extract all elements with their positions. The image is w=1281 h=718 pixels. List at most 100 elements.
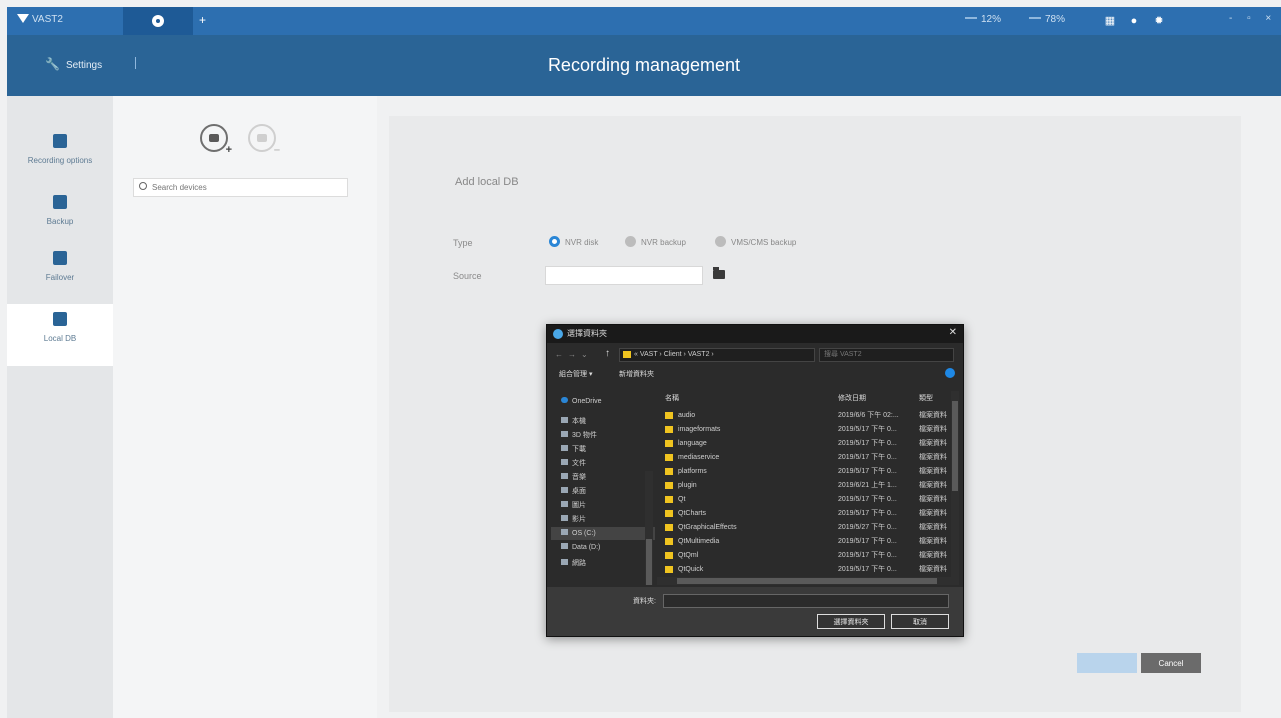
cancel-button[interactable]: Cancel <box>1141 653 1201 673</box>
window-controls[interactable]: - ▫ × <box>1229 13 1277 24</box>
dialog-search-input[interactable]: 搜尋 VAST2 <box>819 348 954 362</box>
file-row[interactable]: QtCharts 2019/5/17 下午 0... 檔案資料 <box>657 507 959 520</box>
add-tab-button[interactable]: + <box>199 13 206 27</box>
sidebar-item-local-db[interactable]: Local DB <box>7 304 113 366</box>
file-row[interactable]: imageformats 2019/5/17 下午 0... 檔案資料 <box>657 423 959 436</box>
scrollbar-thumb[interactable] <box>677 578 937 584</box>
scrollbar-thumb[interactable] <box>952 401 958 491</box>
sidebar-item-backup[interactable]: Backup <box>7 195 113 255</box>
nav-item-data-d[interactable]: Data (D:) <box>561 541 600 554</box>
source-input[interactable] <box>545 266 703 285</box>
file-list-header: 名稱 修改日期 類型 <box>657 391 959 405</box>
file-type: 檔案資料 <box>919 440 947 447</box>
file-type: 檔案資料 <box>919 412 947 419</box>
nav-item-3d-objects[interactable]: 3D 物件 <box>561 429 597 442</box>
file-date: 2019/5/17 下午 0... <box>838 426 897 433</box>
nav-item-os-c[interactable]: OS (C:) <box>551 527 655 540</box>
file-list-horizontal-scrollbar[interactable] <box>657 577 959 585</box>
drive-icon <box>561 529 568 535</box>
nav-item-videos[interactable]: 影片 <box>561 513 586 526</box>
device-search-input[interactable] <box>152 180 342 195</box>
nav-item-pictures[interactable]: 圖片 <box>561 499 586 512</box>
file-date: 2019/5/17 下午 0... <box>838 538 897 545</box>
ok-button[interactable] <box>1077 653 1137 673</box>
file-row[interactable]: QtQml 2019/5/17 下午 0... 檔案資料 <box>657 549 959 562</box>
folder-icon <box>665 412 673 419</box>
file-type: 檔案資料 <box>919 496 947 503</box>
file-row[interactable]: mediaservice 2019/5/17 下午 0... 檔案資料 <box>657 451 959 464</box>
remove-device-button[interactable]: – <box>248 124 280 156</box>
nav-item-network[interactable]: 網路 <box>561 557 586 570</box>
tab-settings[interactable] <box>123 7 193 35</box>
type-radio-nvr-backup[interactable]: NVR backup <box>625 236 686 247</box>
file-row[interactable]: audio 2019/6/6 下午 02:... 檔案資料 <box>657 409 959 422</box>
nav-item-onedrive[interactable]: OneDrive <box>561 395 602 408</box>
file-row[interactable]: QtMultimedia 2019/5/17 下午 0... 檔案資料 <box>657 535 959 548</box>
file-type: 檔案資料 <box>919 426 947 433</box>
cpu-graph-icon <box>965 17 977 19</box>
file-type: 檔案資料 <box>919 566 947 573</box>
column-name[interactable]: 名稱 <box>665 393 679 403</box>
sidebar-item-failover[interactable]: Failover <box>7 251 113 311</box>
close-icon[interactable]: ✕ <box>949 327 957 338</box>
gear-icon <box>152 15 164 27</box>
search-icon <box>139 182 147 190</box>
new-folder-button[interactable]: 新增資料夾 <box>619 369 654 379</box>
download-icon <box>561 445 568 451</box>
app-logo[interactable]: VAST2 <box>17 14 63 25</box>
add-device-button[interactable]: + <box>200 124 232 156</box>
address-bar[interactable]: « VAST › Client › VAST2 › <box>619 348 815 362</box>
sidebar-item-label: Local DB <box>43 334 77 343</box>
drive-icon <box>561 543 568 549</box>
folder-icon <box>665 552 673 559</box>
nav-item-label: 影片 <box>572 516 586 523</box>
dialog-cancel-button[interactable]: 取消 <box>891 614 949 629</box>
scrollbar-thumb[interactable] <box>646 539 652 585</box>
dialog-navigation: ←→⌄ ↑ « VAST › Client › VAST2 › 搜尋 VAST2 <box>547 345 963 365</box>
address-path: « VAST › Client › VAST2 › <box>634 351 714 358</box>
file-type: 檔案資料 <box>919 482 947 489</box>
file-row[interactable]: QtQuick 2019/5/17 下午 0... 檔案資料 <box>657 563 959 576</box>
column-date-modified[interactable]: 修改日期 <box>838 393 866 403</box>
nav-item-downloads[interactable]: 下載 <box>561 443 586 456</box>
nav-item-documents[interactable]: 文件 <box>561 457 586 470</box>
file-type: 檔案資料 <box>919 524 947 531</box>
settings-gear-icon[interactable]: ✹ <box>1153 15 1165 27</box>
file-date: 2019/5/17 下午 0... <box>838 566 897 573</box>
nav-item-desktop[interactable]: 桌面 <box>561 485 586 498</box>
music-icon <box>561 473 568 479</box>
nav-item-this-pc[interactable]: 本機 <box>561 415 586 428</box>
file-date: 2019/5/27 下午 0... <box>838 524 897 531</box>
nav-item-music[interactable]: 音樂 <box>561 471 586 484</box>
file-row[interactable]: platforms 2019/5/17 下午 0... 檔案資料 <box>657 465 959 478</box>
file-row[interactable]: plugin 2019/6/21 上午 1... 檔案資料 <box>657 479 959 492</box>
nav-item-label: OneDrive <box>572 398 602 405</box>
organize-menu[interactable]: 組合管理 ▾ <box>559 369 592 379</box>
nav-item-label: 音樂 <box>572 474 586 481</box>
help-icon[interactable] <box>945 368 955 378</box>
type-radio-nvr-disk[interactable]: NVR disk <box>549 236 598 247</box>
sidebar-item-recording-options[interactable]: Recording options <box>7 134 113 194</box>
file-list-vertical-scrollbar[interactable] <box>951 391 959 585</box>
browse-folder-icon[interactable] <box>713 267 725 279</box>
nav-pane-scrollbar[interactable] <box>645 471 653 585</box>
device-search[interactable] <box>133 178 348 197</box>
file-date: 2019/5/17 下午 0... <box>838 468 897 475</box>
select-folder-button[interactable]: 選擇資料夾 <box>817 614 885 629</box>
folder-label: 資料夾: <box>633 598 656 605</box>
file-name: platforms <box>678 468 707 475</box>
column-type[interactable]: 類型 <box>919 393 933 403</box>
back-forward-icon[interactable]: ←→⌄ <box>555 350 593 359</box>
file-row[interactable]: Qt 2019/5/17 下午 0... 檔案資料 <box>657 493 959 506</box>
up-arrow-icon[interactable]: ↑ <box>605 348 610 359</box>
file-row[interactable]: language 2019/5/17 下午 0... 檔案資料 <box>657 437 959 450</box>
file-row[interactable]: QtGraphicalEffects 2019/5/27 下午 0... 檔案資料 <box>657 521 959 534</box>
file-name: mediaservice <box>678 454 720 461</box>
type-radio-vms-cms-backup[interactable]: VMS/CMS backup <box>715 236 796 247</box>
nav-item-label: 網路 <box>572 560 586 567</box>
folder-name-input[interactable] <box>663 594 949 608</box>
network-icon <box>561 559 568 565</box>
notification-bell-icon[interactable]: ● <box>1128 15 1140 27</box>
app-name: VAST2 <box>32 14 63 25</box>
layout-icon[interactable]: ▦ <box>1104 15 1116 27</box>
